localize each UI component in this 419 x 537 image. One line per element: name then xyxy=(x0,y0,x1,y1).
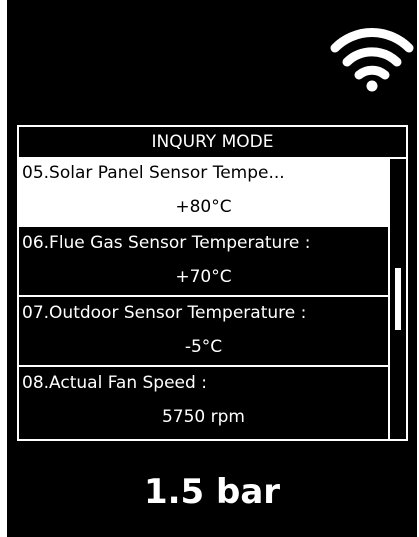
menu-item-label: 05.Solar Panel Sensor Tempe... xyxy=(22,163,285,183)
menu-item-value: 5750 rpm xyxy=(161,407,245,427)
menu-item-flue-gas-sensor[interactable]: 06.Flue Gas Sensor Temperature : +70°C xyxy=(19,229,388,297)
menu-item-label: 06.Flue Gas Sensor Temperature : xyxy=(22,233,311,253)
menu-item-fan-speed[interactable]: 08.Actual Fan Speed : 5750 rpm xyxy=(19,369,388,437)
wifi-icon xyxy=(330,28,414,92)
menu-item-value: +70°C xyxy=(175,267,232,287)
menu-scrollbar[interactable] xyxy=(388,159,406,439)
menu-item-label: 07.Outdoor Sensor Temperature : xyxy=(22,303,307,323)
menu-item-label: 08.Actual Fan Speed : xyxy=(22,373,207,393)
device-screen: INQURY MODE 05.Solar Panel Sensor Tempe.… xyxy=(0,0,419,537)
menu-item-outdoor-sensor[interactable]: 07.Outdoor Sensor Temperature : -5°C xyxy=(19,299,388,367)
menu-list: 05.Solar Panel Sensor Tempe... +80°C 06.… xyxy=(19,159,388,439)
scrollbar-thumb[interactable] xyxy=(395,268,401,330)
menu-title: INQURY MODE xyxy=(19,127,406,159)
inquiry-menu-panel: INQURY MODE 05.Solar Panel Sensor Tempe.… xyxy=(17,125,408,441)
pressure-readout: 1.5 bar xyxy=(143,472,281,512)
menu-item-value: -5°C xyxy=(184,337,223,357)
menu-item-value: +80°C xyxy=(175,197,232,217)
menu-item-solar-panel-sensor[interactable]: 05.Solar Panel Sensor Tempe... +80°C xyxy=(19,159,388,227)
